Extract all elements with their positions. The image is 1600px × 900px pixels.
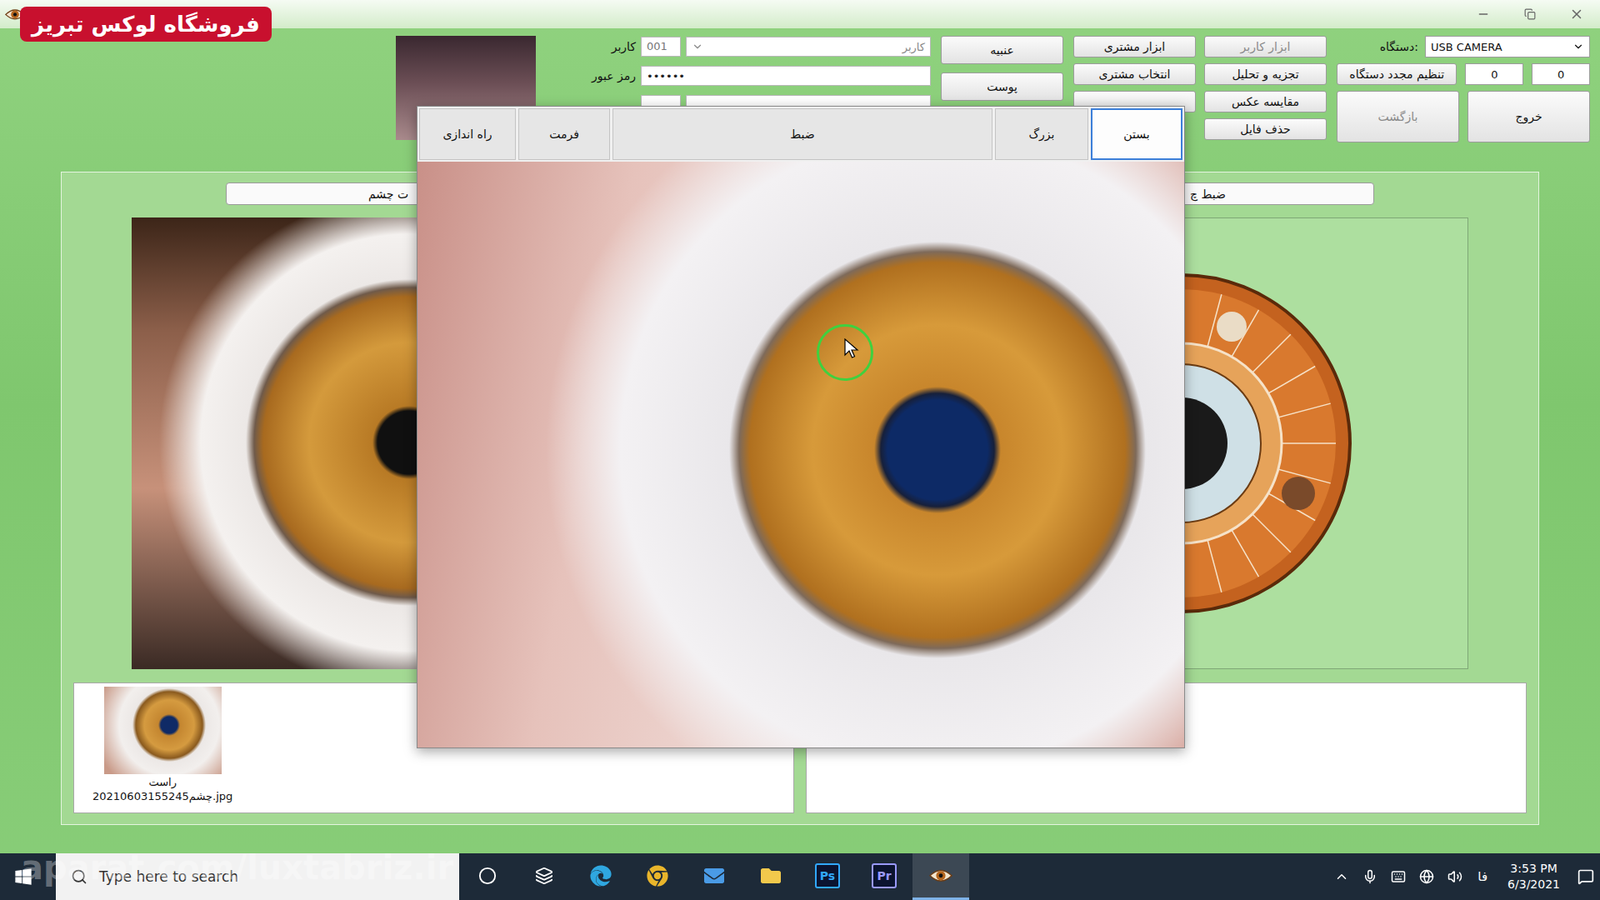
tray-button[interactable] — [1440, 869, 1470, 885]
reset-device-button[interactable]: تنظیم مجدد دستگاه — [1336, 63, 1457, 85]
back-wrap: بازگشت — [1336, 90, 1460, 143]
gallery-item[interactable]: راست20210603155245چشم.jpg — [92, 686, 233, 813]
exit-button[interactable]: خروج — [1467, 90, 1590, 143]
taskbar: Type here to search Ps Pr فا3:53 PM6/3/2021 — [0, 853, 1600, 900]
close-icon — [1569, 6, 1585, 22]
taskbar-app[interactable] — [742, 853, 800, 900]
shop-watermark: فروشگاه لوکس تبریز — [20, 6, 272, 42]
taskbar-app[interactable] — [685, 853, 743, 900]
toolbar-button[interactable]: پوست — [940, 72, 1064, 101]
toolbar-button[interactable]: ابزار کاربر — [1204, 35, 1327, 58]
windows-icon — [14, 867, 33, 886]
reset-row: تنظیم مجدد دستگاه 00 — [1336, 63, 1590, 85]
password-row: رمز عبور •••••• — [569, 65, 931, 87]
button-column: عنبیه پوست — [940, 35, 1064, 101]
toolbar-button[interactable]: ابزار مشتری — [1073, 35, 1196, 58]
user-select[interactable]: کاربر — [685, 36, 931, 57]
taskbar-app[interactable] — [515, 853, 573, 900]
user-row: کاربر001کاربر — [569, 35, 931, 58]
eye-thumbnail — [104, 686, 222, 775]
cortana-icon — [478, 866, 497, 885]
eye-app-icon — [929, 867, 953, 885]
volume-icon — [1447, 869, 1463, 885]
item-side: راست — [148, 775, 177, 789]
reset-wrap: تنظیم مجدد دستگاه — [1336, 63, 1457, 85]
counter-field[interactable]: 0 — [1531, 63, 1590, 85]
tray-button[interactable] — [1355, 869, 1385, 885]
toolbar-button[interactable]: حذف فایل — [1204, 118, 1327, 140]
camera-toolbar: راه اندازیفرمتضبطبزرگبستن — [417, 106, 1185, 162]
tray-button[interactable] — [1384, 869, 1413, 885]
mail-icon — [704, 865, 725, 886]
search-box[interactable]: Type here to search — [55, 853, 460, 900]
camera-video[interactable] — [417, 161, 1185, 748]
clock[interactable]: 3:53 PM6/3/2021 — [1495, 860, 1572, 893]
back-button[interactable]: بازگشت — [1336, 90, 1460, 143]
account-fields: کاربر001کاربررمز عبور•••••• — [569, 35, 931, 116]
taskbar-app[interactable]: Pr — [855, 853, 913, 900]
camera-window: راه اندازیفرمتضبطبزرگبستن — [416, 105, 1185, 749]
device-section: دستگاه:USB CAMERAتنظیم مجدد دستگاه00بازگ… — [1336, 35, 1590, 143]
exit-wrap: خروج — [1467, 90, 1590, 143]
taskbar-app[interactable] — [912, 853, 970, 900]
keyboard-icon — [1390, 869, 1406, 885]
edge-icon — [590, 865, 612, 887]
language-indicator[interactable]: فا — [1469, 869, 1496, 885]
taskbar-app[interactable] — [459, 853, 516, 900]
chevron-up-icon — [1334, 869, 1350, 885]
password-field[interactable]: •••••• — [640, 65, 931, 86]
device-label: دستگاه: — [1380, 40, 1419, 54]
camera-tool-button[interactable]: راه اندازی — [419, 108, 516, 160]
toolbar-button[interactable]: عنبیه — [940, 35, 1064, 65]
taskbar-app[interactable] — [629, 853, 686, 900]
taskbar-app[interactable]: Ps — [799, 853, 856, 900]
mic-icon — [1362, 869, 1378, 885]
dropdown-icon — [691, 40, 704, 53]
minimize-button[interactable] — [1460, 0, 1507, 29]
taskbar-app[interactable] — [572, 853, 630, 900]
exit-row: بازگشتخروج — [1336, 90, 1590, 143]
window-controls — [1460, 0, 1600, 29]
restore-icon — [1524, 8, 1536, 20]
toolbar-button[interactable]: انتخاب مشتری — [1073, 63, 1196, 85]
restore-button[interactable] — [1506, 0, 1554, 29]
dropdown-icon — [1572, 40, 1585, 53]
device-row: دستگاه: USB CAMERA — [1336, 35, 1590, 58]
folder-icon — [760, 865, 781, 886]
start-button[interactable] — [0, 853, 47, 900]
button-column: ابزار کاربر تجزیه و تحلیل مقایسه عکس حذف فا… — [1204, 35, 1327, 140]
camera-tool-button[interactable]: ضبط — [612, 108, 993, 160]
notification-icon — [1577, 868, 1595, 885]
camera-tool-button[interactable]: بزرگ — [995, 108, 1089, 160]
chrome-icon — [646, 865, 669, 887]
tray-button[interactable] — [1327, 869, 1356, 885]
user-label: کاربر — [569, 40, 636, 54]
app-icon: Ps — [815, 863, 840, 889]
minimize-icon — [1476, 7, 1490, 21]
screen: کاربر001کاربررمز عبور••••••عنبیهپوستابزا… — [0, 0, 1600, 900]
system-tray: فا3:53 PM6/3/2021 — [1327, 853, 1600, 900]
search-icon — [70, 868, 88, 885]
toolbar-button[interactable]: مقایسه عکس — [1204, 90, 1327, 113]
button-column: ابزار مشتری انتخاب مشتری — [1073, 35, 1196, 113]
app-icon: Pr — [871, 863, 897, 889]
tray-button[interactable] — [1412, 869, 1441, 885]
item-file: 20210603155245چشم.jpg — [92, 790, 233, 803]
device-select[interactable]: USB CAMERA — [1425, 35, 1590, 58]
user-code-field[interactable]: 001 — [640, 36, 681, 57]
network-icon — [1419, 869, 1435, 885]
notification-button[interactable] — [1571, 868, 1600, 885]
cursor-icon — [844, 338, 860, 360]
counter-field[interactable]: 0 — [1465, 63, 1524, 85]
task-view-icon — [535, 866, 554, 885]
toolbar-button[interactable]: تجزیه و تحلیل — [1204, 63, 1327, 85]
camera-tool-button[interactable]: بستن — [1090, 108, 1183, 160]
camera-tool-button[interactable]: فرمت — [518, 108, 610, 160]
site-watermark: aparat.com/luxtabriz.ir — [20, 848, 454, 887]
password-label: رمز عبور — [569, 69, 636, 83]
close-button[interactable] — [1553, 0, 1600, 29]
